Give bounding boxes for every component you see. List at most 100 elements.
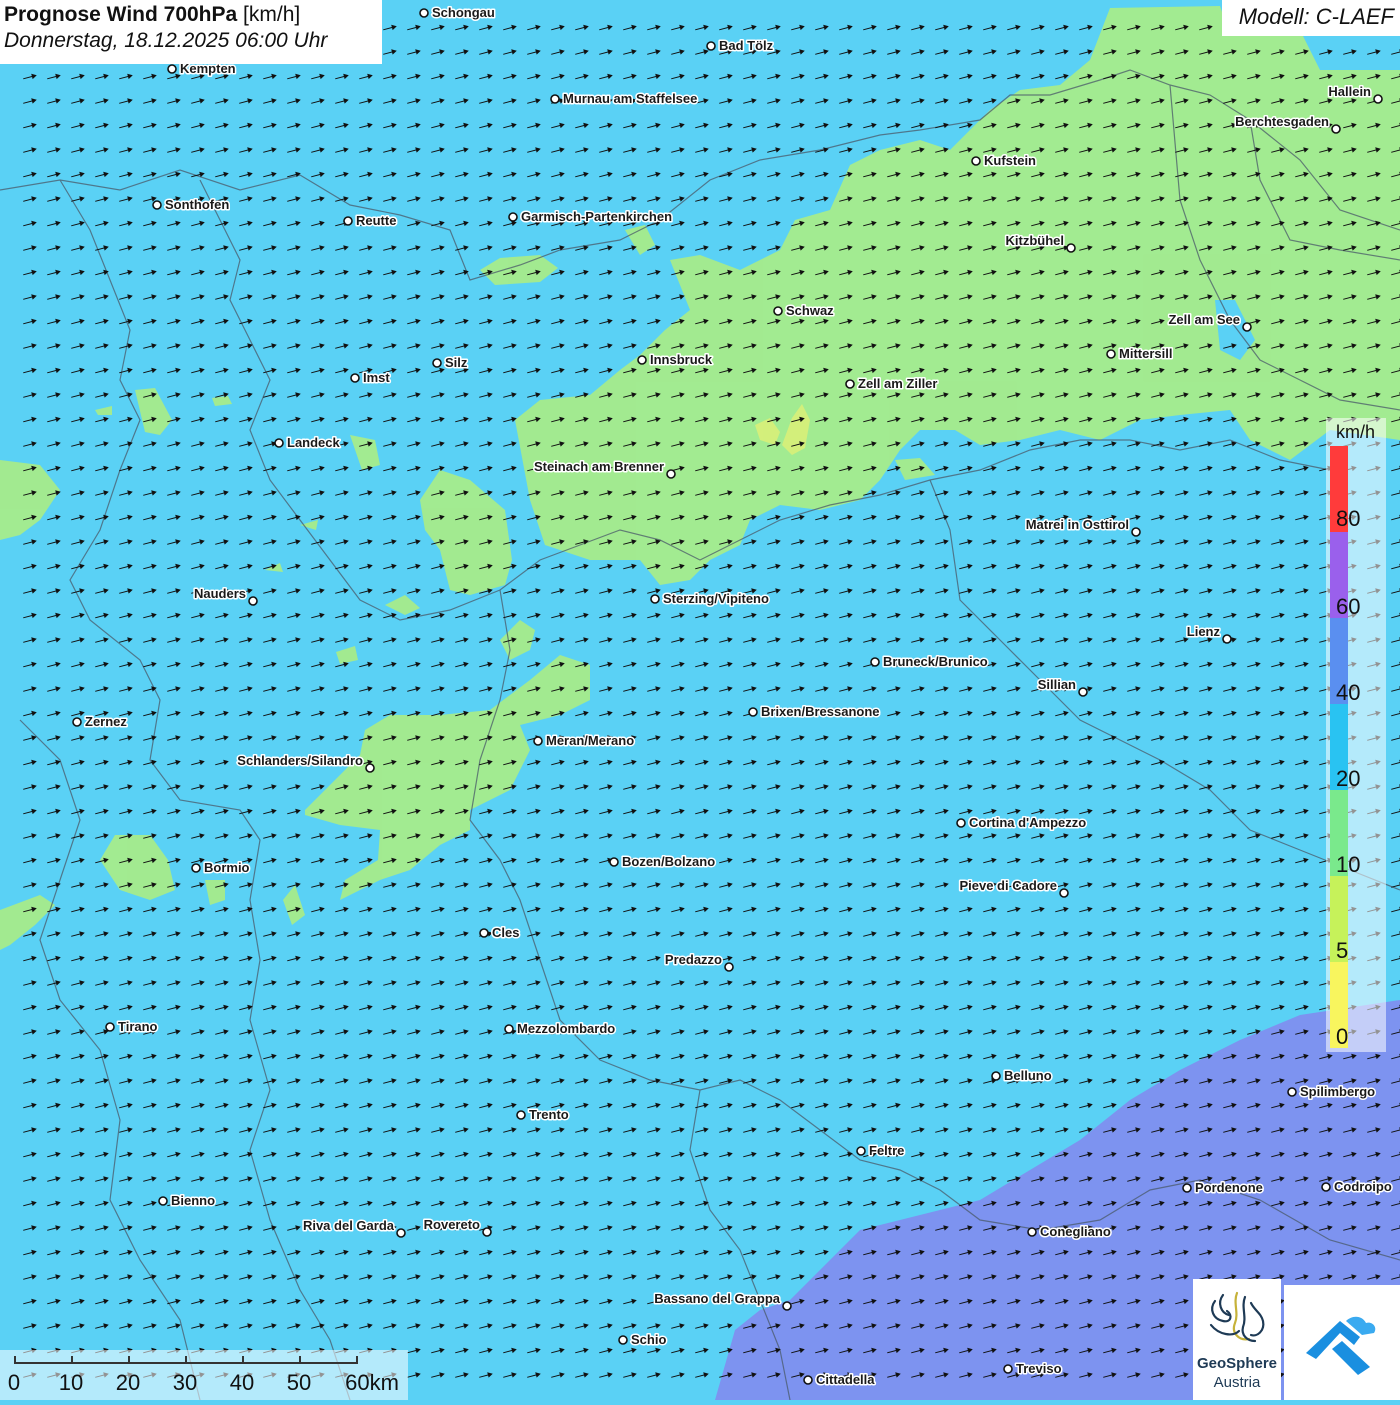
scale-label: 20 xyxy=(115,1370,141,1395)
city-dot xyxy=(158,1196,168,1206)
forecast-datetime: Donnerstag, 18.12.2025 06:00 Uhr xyxy=(4,29,328,52)
scale-tick xyxy=(299,1356,301,1364)
legend-tick-20: 20 xyxy=(1336,766,1361,791)
city-label: Schlanders/Silandro xyxy=(237,753,363,768)
scale-tick xyxy=(71,1356,73,1364)
city-label: Nauders xyxy=(194,586,246,601)
scale-label: 60km xyxy=(345,1370,399,1395)
city-dot xyxy=(1027,1227,1037,1237)
city-label: Cortina d'Ampezzo xyxy=(969,815,1086,830)
scale-bar: 0 10 20 30 40 50 60km xyxy=(0,1350,408,1400)
city-label: Steinach am Brenner xyxy=(534,459,664,474)
city-marker: Garmisch-Partenkirchen xyxy=(508,208,674,226)
city-label: Cittadella xyxy=(816,1372,875,1387)
city-dot xyxy=(504,1024,514,1034)
city-label: Silz xyxy=(445,355,468,370)
city-label: Sterzing/Vipiteno xyxy=(663,591,769,606)
city-label: Landeck xyxy=(287,435,341,450)
geosphere-subtitle: Austria xyxy=(1213,1374,1261,1391)
legend-tick-80: 80 xyxy=(1336,506,1361,531)
city-dot xyxy=(1059,888,1069,898)
scale-label: 30 xyxy=(172,1370,198,1395)
city-dot xyxy=(773,306,783,316)
map-title: Prognose Wind 700hPa [km/h] xyxy=(4,3,378,27)
legend-tick-40: 40 xyxy=(1336,680,1361,705)
city-marker: Sterzing/Vipiteno xyxy=(650,590,770,608)
city-dot xyxy=(479,928,489,938)
city-dot xyxy=(1287,1087,1297,1097)
city-dot xyxy=(618,1335,628,1345)
model-label: Modell: C-LAEF xyxy=(1222,0,1400,36)
city-marker: Cortina d'Ampezzo xyxy=(956,814,1088,832)
city-label: Pordenone xyxy=(1195,1180,1263,1195)
title-main: Prognose Wind 700hPa xyxy=(4,3,238,26)
city-label: Murnau am Staffelsee xyxy=(563,91,697,106)
city-label: Spilimbergo xyxy=(1300,1084,1375,1099)
city-dot xyxy=(1182,1183,1192,1193)
city-label: Rovereto xyxy=(424,1217,480,1232)
city-marker: Spilimbergo xyxy=(1287,1083,1377,1101)
city-label: Schongau xyxy=(432,5,495,20)
city-dot xyxy=(991,1071,1001,1081)
legend-tick-0: 0 xyxy=(1336,1024,1349,1049)
city-label: Zell am See xyxy=(1168,312,1240,327)
city-label: Mittersill xyxy=(1119,346,1172,361)
city-dot xyxy=(956,818,966,828)
legend-tick-5: 5 xyxy=(1336,938,1349,963)
city-dot xyxy=(650,594,660,604)
city-label: Bruneck/Brunico xyxy=(883,654,988,669)
city-label: Pieve di Cadore xyxy=(959,878,1057,893)
city-label: Matrei in Osttirol xyxy=(1026,517,1129,532)
city-label: Bozen/Bolzano xyxy=(622,854,715,869)
scale-tick xyxy=(185,1356,187,1364)
city-label: Sillian xyxy=(1038,677,1076,692)
geosphere-logo[interactable]: GeoSphere Austria xyxy=(1193,1279,1281,1400)
city-label: Garmisch-Partenkirchen xyxy=(521,209,672,224)
title-unit: [km/h] xyxy=(243,3,301,26)
city-dot xyxy=(152,200,162,210)
city-dot xyxy=(274,438,284,448)
city-label: Cles xyxy=(492,925,519,940)
city-marker: Innsbruck xyxy=(637,351,714,369)
city-dot xyxy=(706,41,716,51)
city-label: Predazzo xyxy=(665,952,722,967)
scale-label: 50 xyxy=(286,1370,312,1395)
city-dot xyxy=(167,64,177,74)
city-label: Brixen/Bressanone xyxy=(761,704,880,719)
city-dot xyxy=(724,962,734,972)
city-dot xyxy=(508,212,518,222)
city-dot xyxy=(516,1110,526,1120)
city-label: Feltre xyxy=(869,1143,904,1158)
city-label: Kitzbühel xyxy=(1006,233,1065,248)
city-marker: Sonthofen xyxy=(152,196,231,214)
city-marker: Bruneck/Brunico xyxy=(870,653,989,671)
city-dot xyxy=(856,1146,866,1156)
city-dot xyxy=(1066,243,1076,253)
city-dot xyxy=(248,596,258,606)
city-dot xyxy=(1106,349,1116,359)
legend-tick-60: 60 xyxy=(1336,594,1361,619)
scale-tick xyxy=(14,1356,16,1364)
city-dot xyxy=(1131,527,1141,537)
city-label: Berchtesgaden xyxy=(1235,114,1329,129)
city-marker: Schongau xyxy=(419,4,496,22)
city-dot xyxy=(1242,322,1252,332)
map-title-box: Prognose Wind 700hPa [km/h] Donnerstag, … xyxy=(0,0,382,64)
city-dot xyxy=(1003,1364,1013,1374)
legend-unit: km/h xyxy=(1336,422,1376,442)
city-label: Bad Tölz xyxy=(719,38,774,53)
city-label: Conegliano xyxy=(1040,1224,1111,1239)
legend-tick-10: 10 xyxy=(1336,852,1361,877)
city-marker: Murnau am Staffelsee xyxy=(550,90,699,108)
city-dot xyxy=(432,358,442,368)
city-label: Reutte xyxy=(356,213,396,228)
city-label: Tirano xyxy=(118,1019,158,1034)
city-label: Lienz xyxy=(1187,624,1221,639)
scale-tick xyxy=(356,1356,358,1364)
partner-logo[interactable] xyxy=(1284,1285,1400,1400)
city-marker: Zell am Ziller xyxy=(845,375,939,393)
blue-arrow-logo-icon xyxy=(1306,1316,1376,1375)
city-dot xyxy=(1331,124,1341,134)
scale-label: 10 xyxy=(58,1370,84,1395)
city-label: Mezzolombardo xyxy=(517,1021,615,1036)
